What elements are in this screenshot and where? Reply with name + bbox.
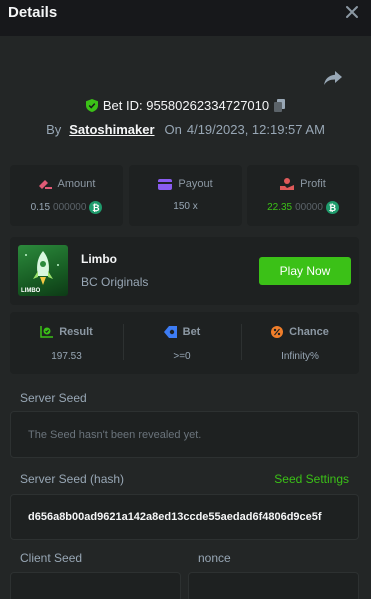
game-provider: BC Originals bbox=[81, 275, 149, 289]
bet-stat: Bet >=0 bbox=[123, 312, 241, 374]
server-seed-hash-value: d656a8b00ad9621a142a8ed13ccde55aedad6f48… bbox=[28, 511, 322, 523]
profit-value-main: 22.35 bbox=[267, 202, 293, 213]
game-name: Limbo bbox=[81, 252, 117, 266]
amount-label: Amount bbox=[57, 178, 96, 190]
amount-value-main: 0.15 bbox=[30, 202, 51, 213]
bet-id-row: Bet ID: 95580262334727010 bbox=[0, 96, 371, 114]
chance-stat: Chance Infinity% bbox=[241, 312, 359, 374]
profit-icon bbox=[280, 178, 295, 190]
nonce-label: nonce bbox=[198, 551, 231, 565]
game-card: LIMBO Limbo BC Originals Play Now bbox=[10, 237, 359, 305]
shield-check-icon bbox=[85, 98, 98, 112]
result-stat: Result 197.53 bbox=[10, 312, 123, 374]
modal-title: Details bbox=[8, 4, 58, 21]
client-seed-field[interactable] bbox=[10, 572, 181, 599]
play-now-button[interactable]: Play Now bbox=[259, 257, 351, 285]
modal-body: Bet ID: 95580262334727010 By Satoshimake… bbox=[0, 36, 371, 599]
profit-label: Profit bbox=[300, 178, 326, 190]
bet-label: Bet bbox=[182, 326, 201, 338]
rocket-icon: LIMBO bbox=[21, 251, 59, 294]
close-icon[interactable] bbox=[343, 3, 361, 21]
server-seed-hash-field[interactable]: d656a8b00ad9621a142a8ed13ccde55aedad6f48… bbox=[10, 494, 359, 540]
coin-icon: ₿ bbox=[325, 201, 339, 214]
server-seed-label: Server Seed bbox=[20, 391, 87, 405]
server-seed-value: The Seed hasn't been revealed yet. bbox=[28, 428, 202, 441]
result-panel: Result 197.53 Bet >=0 Chance Infinity% bbox=[10, 312, 359, 374]
result-icon bbox=[40, 326, 54, 338]
bet-value: >=0 bbox=[173, 351, 191, 362]
coin-icon: ₿ bbox=[89, 201, 103, 214]
profit-stat: Profit 22.35 00000 ₿ bbox=[247, 165, 359, 226]
chance-value: Infinity% bbox=[281, 351, 319, 362]
bet-id: Bet ID: 95580262334727010 bbox=[102, 97, 270, 113]
profit-value-dim: 00000 bbox=[295, 202, 323, 213]
result-label: Result bbox=[59, 326, 93, 338]
payout-value: 150 x bbox=[173, 201, 198, 212]
nonce-field[interactable] bbox=[188, 572, 359, 599]
server-seed-hash-label: Server Seed (hash) bbox=[20, 472, 125, 486]
server-seed-field: The Seed hasn't been revealed yet. bbox=[10, 411, 359, 458]
payout-label: Payout bbox=[178, 178, 213, 190]
on-label: On bbox=[164, 121, 182, 137]
client-seed-label: Client Seed bbox=[20, 551, 83, 565]
by-label: By bbox=[46, 121, 62, 137]
username-link[interactable]: Satoshimaker bbox=[69, 122, 154, 137]
amount-value-dim: 000000 bbox=[53, 202, 87, 213]
bet-author-row: By Satoshimaker On 4/19/2023, 12:19:57 A… bbox=[0, 120, 371, 138]
share-icon[interactable] bbox=[323, 69, 343, 87]
modal-header: Details bbox=[0, 0, 371, 36]
bet-datetime: 4/19/2023, 12:19:57 AM bbox=[186, 121, 325, 137]
amount-icon bbox=[38, 180, 52, 189]
chance-label: Chance bbox=[289, 326, 329, 338]
amount-stat: Amount 0.15 000000 ₿ bbox=[10, 165, 123, 226]
game-thumbnail[interactable]: LIMBO bbox=[18, 245, 68, 296]
result-value: 197.53 bbox=[51, 351, 82, 362]
chance-icon bbox=[271, 326, 284, 338]
game-thumb-text: LIMBO bbox=[21, 288, 41, 294]
payout-icon bbox=[158, 178, 173, 190]
bet-icon bbox=[163, 326, 177, 338]
copy-icon[interactable] bbox=[274, 98, 286, 112]
seed-settings-link[interactable]: Seed Settings bbox=[274, 472, 349, 486]
payout-stat: Payout 150 x bbox=[129, 165, 242, 226]
